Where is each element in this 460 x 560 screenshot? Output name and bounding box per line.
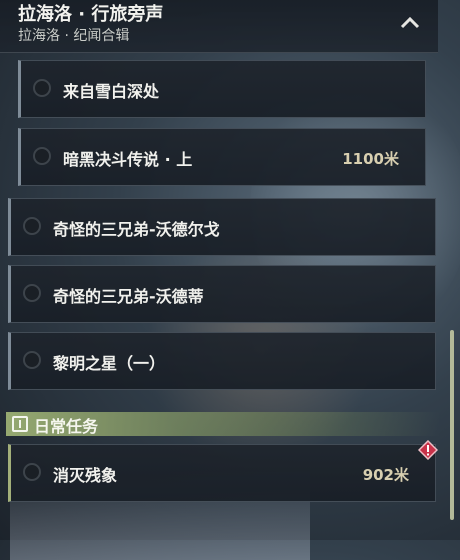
quest-track-radio[interactable] [23,217,41,235]
quest-name: 暗黑决斗传说 · 上 [63,150,193,169]
diamond-alert-icon [417,439,439,461]
quest-track-radio[interactable] [23,284,41,302]
scrollbar[interactable] [450,330,454,520]
quest-card[interactable]: 奇怪的三兄弟-沃德蒂 [8,265,436,323]
quest-track-radio[interactable] [23,351,41,369]
info-box-icon [12,416,28,432]
daily-quest-card[interactable]: 消灭残象 902米 [8,444,436,502]
quest-name: 奇怪的三兄弟-沃德尔戈 [53,220,220,239]
quest-group-title: 拉海洛 · 行旅旁声 [18,4,164,25]
daily-section-header[interactable]: 日常任务 [6,412,440,436]
quest-track-radio[interactable] [33,147,51,165]
quest-group-header[interactable]: 拉海洛 · 行旅旁声 拉海洛 · 纪闻合辑 [0,0,438,53]
quest-card[interactable]: 暗黑决斗传说 · 上 1100米 [18,128,426,186]
daily-section-label: 日常任务 [34,417,99,436]
quest-distance: 902米 [362,466,409,484]
quest-name: 奇怪的三兄弟-沃德蒂 [53,287,204,306]
quest-distance: 1100米 [342,150,399,168]
quest-name: 黎明之星（一） [53,354,166,373]
quest-card[interactable]: 奇怪的三兄弟-沃德尔戈 [8,198,436,256]
quest-track-radio[interactable] [23,463,41,481]
quest-card[interactable]: 黎明之星（一） [8,332,436,390]
quest-card[interactable]: 来自雪白深处 [18,60,426,118]
quest-track-radio[interactable] [33,79,51,97]
quest-group-subtitle: 拉海洛 · 纪闻合辑 [18,28,130,44]
quest-name: 消灭残象 [53,466,118,485]
chevron-up-icon[interactable] [398,12,422,34]
quest-name: 来自雪白深处 [63,82,160,101]
